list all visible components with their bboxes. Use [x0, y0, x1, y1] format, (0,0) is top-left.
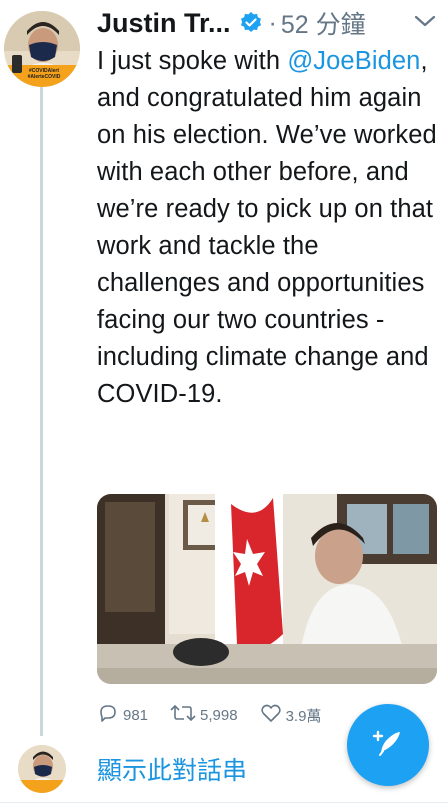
tweet-header: Justin Tr... · 52 分鐘: [97, 6, 366, 40]
thread-avatar[interactable]: [18, 745, 66, 793]
thread-connector-line: [40, 86, 43, 736]
tweet-photo[interactable]: [97, 494, 437, 684]
mention-link[interactable]: @JoeBiden: [287, 47, 420, 75]
photo-image: [97, 494, 437, 684]
like-count: 3.9萬: [285, 707, 322, 725]
avatar-badge-text: #COVIDAlert #AlerteCOVID: [27, 68, 61, 80]
reply-icon: [97, 702, 123, 728]
compose-tweet-button[interactable]: [347, 704, 429, 786]
avatar[interactable]: #COVIDAlert #AlerteCOVID: [4, 11, 80, 87]
heart-icon: [260, 702, 286, 728]
divider: [0, 802, 448, 803]
like-button[interactable]: 3.9萬: [260, 702, 322, 728]
retweet-count: 5,998: [200, 706, 238, 724]
compose-tweet-icon: [368, 723, 408, 768]
tweet-text-part: I just spoke with: [97, 47, 288, 75]
show-thread-link[interactable]: 顯示此對話串: [97, 751, 247, 787]
tweet-text: I just spoke with @JoeBiden, and congrat…: [97, 43, 437, 413]
reply-count: 981: [123, 706, 149, 724]
retweet-icon: [170, 702, 200, 728]
author-name[interactable]: Justin Tr...: [97, 8, 231, 39]
verified-badge-icon: [239, 11, 263, 35]
retweet-button[interactable]: 5,998: [170, 702, 238, 728]
thread-avatar-image: [18, 745, 66, 793]
tweet-timestamp[interactable]: 52 分鐘: [281, 5, 366, 41]
chevron-down-icon[interactable]: [411, 10, 439, 32]
reply-button[interactable]: 981: [97, 702, 148, 728]
header-separator: ·: [268, 8, 277, 37]
tweet-text-part: , and congratulated him again on his ele…: [97, 47, 444, 408]
